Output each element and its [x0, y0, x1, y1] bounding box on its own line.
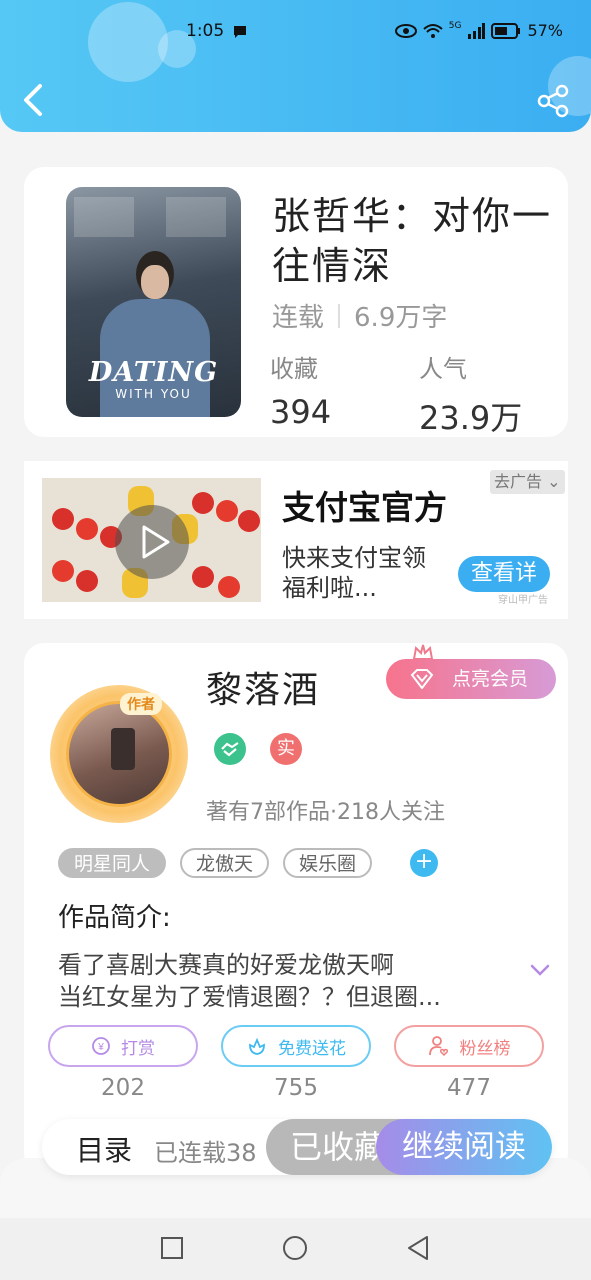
meta-divider: [338, 303, 341, 328]
tag[interactable]: 明星同人: [58, 848, 167, 878]
battery-level: 57%: [527, 21, 563, 40]
tip-label: 打赏: [121, 1038, 155, 1059]
user-heart-icon: [428, 1036, 448, 1057]
avatar: [66, 701, 172, 807]
decor-bead: [192, 566, 214, 588]
share-button[interactable]: [536, 84, 570, 118]
decor-bead: [76, 570, 98, 592]
popularity-value: 23.9万: [419, 399, 523, 437]
intro-label: 作品简介:: [58, 903, 171, 933]
cover-train-window: [74, 197, 134, 237]
remove-ad-button[interactable]: 去广告 ⌄: [490, 470, 565, 494]
handshake-icon[interactable]: [214, 733, 246, 765]
tag[interactable]: 娱乐圈: [283, 848, 373, 878]
popularity-label: 人气: [419, 355, 467, 383]
play-button[interactable]: [115, 505, 189, 579]
tip-button[interactable]: ¥ 打赏: [48, 1025, 198, 1067]
diamond-icon: [410, 669, 434, 689]
author-card: 作者 黎落酒 点亮会员 实 著有7部作品·218人关注 明星同人 龙傲天 娱乐圈…: [24, 643, 568, 1173]
bottom-action-bar: 目录 已连载38 已收藏 继续阅读: [42, 1119, 552, 1175]
play-icon: [142, 525, 170, 559]
status-icons: 5G 57%: [394, 21, 563, 40]
app-header: 1:05 5G 57%: [0, 0, 591, 132]
chevron-down-icon[interactable]: [530, 963, 550, 977]
tag[interactable]: 龙傲天: [180, 848, 270, 878]
book-cover[interactable]: DATING WITH YOU: [66, 187, 241, 417]
send-flower-label: 免费送花: [278, 1038, 346, 1059]
flower-count: 755: [274, 1075, 318, 1101]
author-avatar-frame[interactable]: 作者: [50, 685, 188, 823]
author-badge: 作者: [120, 693, 162, 715]
handshake-glyph: [221, 742, 239, 757]
decor-bead: [52, 560, 74, 582]
flower-icon: [249, 1037, 265, 1055]
table-of-contents-button[interactable]: 目录: [76, 1129, 132, 1169]
svg-text:¥: ¥: [97, 1042, 104, 1053]
book-meta: 连载 6.9万字: [272, 297, 447, 334]
message-icon: [234, 26, 246, 38]
ad-description: 快来支付宝领福利啦...: [282, 544, 426, 602]
ad-source: 穿山甲广告: [498, 595, 548, 606]
ad-title: 支付宝官方: [282, 488, 447, 527]
chevron-down-icon: ⌄: [547, 472, 561, 491]
decor-bead: [192, 492, 214, 514]
fans-rank-label: 粉丝榜: [459, 1038, 511, 1059]
system-navigation-bar: [0, 1218, 591, 1280]
intro-line: 当红女星为了爱情退圈？？但退圈...: [58, 983, 441, 1011]
fans-count: 477: [447, 1075, 491, 1101]
status-bar: 1:05 5G 57%: [0, 18, 591, 50]
favorites-value: 394: [270, 393, 332, 431]
vip-button-label: 点亮会员: [452, 668, 529, 690]
author-name: 黎落酒: [206, 670, 321, 711]
tip-count: 202: [101, 1075, 145, 1101]
verified-badge[interactable]: 实: [270, 733, 302, 765]
intro-text[interactable]: 看了喜剧大赛真的好爱龙傲天啊 当红女星为了爱情退圈？？但退圈...: [58, 949, 518, 1013]
send-flower-button[interactable]: 免费送花: [221, 1025, 371, 1067]
back-nav-button[interactable]: [406, 1235, 430, 1261]
recent-apps-button[interactable]: [160, 1236, 184, 1260]
fans-rank-button[interactable]: 粉丝榜: [394, 1025, 544, 1067]
wifi-icon: [423, 23, 443, 38]
ad-video[interactable]: [42, 478, 261, 602]
remove-ad-label: 去广告: [494, 472, 543, 491]
intro-line: 看了喜剧大赛真的好爱龙傲天啊: [58, 951, 394, 979]
decor-bead: [218, 576, 240, 598]
continue-reading-button[interactable]: 继续阅读: [376, 1119, 552, 1175]
battery-icon: [491, 22, 521, 39]
network-label: 5G: [448, 21, 462, 31]
home-button[interactable]: [282, 1235, 308, 1261]
book-status: 连载: [272, 303, 325, 333]
decor-bead: [216, 500, 238, 522]
favorites-label: 收藏: [270, 355, 318, 383]
word-count: 6.9万字: [354, 303, 448, 333]
eye-icon: [394, 23, 417, 38]
decor-bead: [76, 518, 98, 540]
author-stats: 著有7部作品·218人关注: [206, 800, 445, 825]
ad-cta-button[interactable]: 查看详: [458, 556, 550, 592]
book-info-card: DATING WITH YOU 张哲华：对你一往情深 连载 6.9万字 收藏 3…: [24, 167, 568, 437]
add-tag-button[interactable]: +: [410, 849, 439, 877]
tag-list: 明星同人 龙傲天 娱乐圈 +: [58, 848, 439, 878]
back-button[interactable]: [20, 82, 48, 118]
cover-person-face: [141, 265, 169, 299]
decor-bead: [52, 508, 74, 530]
book-title: 张哲华：对你一往情深: [272, 194, 553, 288]
signal-icon: [468, 22, 486, 39]
status-time: 1:05: [186, 21, 225, 41]
cover-train-window: [166, 197, 226, 237]
coin-icon: ¥: [92, 1037, 110, 1055]
cover-title: DATING: [88, 357, 219, 388]
ad-banner[interactable]: 支付宝官方 快来支付宝领福利啦... 去广告 ⌄ 查看详 穿山甲广告: [24, 461, 568, 619]
vip-button[interactable]: 点亮会员: [386, 659, 556, 699]
serial-chapter-info: 已连载38: [154, 1139, 257, 1167]
decor-bead: [238, 510, 260, 532]
avatar-phone: [111, 728, 135, 770]
cover-subtitle: WITH YOU: [115, 387, 192, 401]
